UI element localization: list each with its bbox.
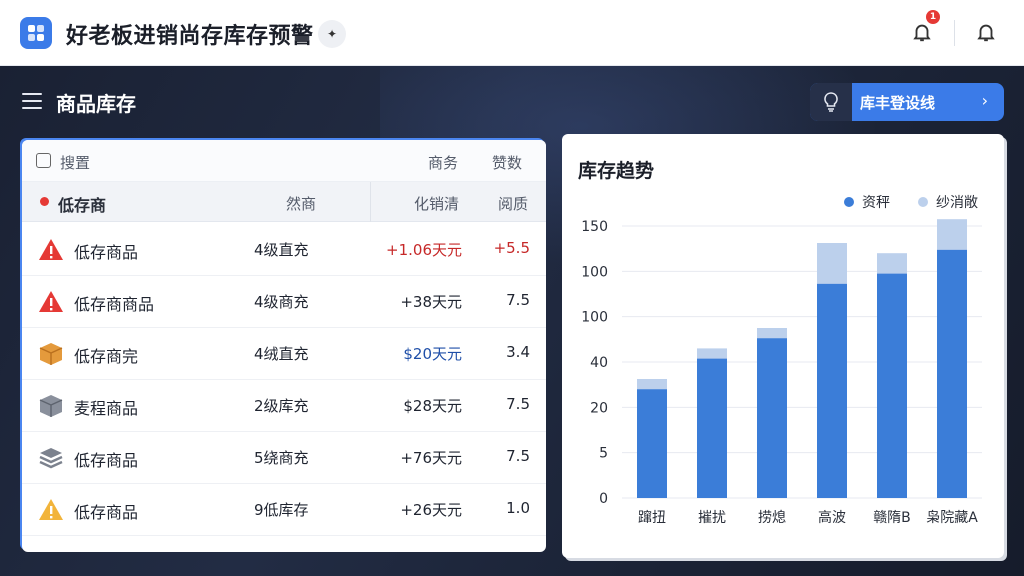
filter-col-2[interactable]: 赞数 — [492, 152, 522, 173]
table-row[interactable]: 低存商品 4级直充 +1.06天元 +5.5 — [22, 224, 546, 276]
row-supplier: 4级商充 — [254, 293, 309, 311]
table-row[interactable]: 低存商品 5绕商充 +76天元 7.5 — [22, 432, 546, 484]
app-header: 好老板进销尚存库存预警 ✦ 1 — [0, 0, 1024, 66]
bar-segment-secondary[interactable] — [757, 328, 787, 339]
bar-segment-secondary[interactable] — [877, 253, 907, 274]
row-product-name: 低存商品 — [74, 243, 139, 262]
x-tick-label: 高波 — [818, 509, 846, 526]
box-orange-icon — [38, 341, 64, 367]
column-divider — [370, 182, 371, 222]
filter-col-1[interactable]: 商务 — [428, 152, 458, 173]
chevron-right-icon: › — [981, 91, 988, 110]
row-amount: +38天元 — [400, 293, 462, 311]
row-supplier: 4级直充 — [254, 241, 309, 259]
row-qty: +5.5 — [493, 239, 530, 257]
cube-gray-icon — [38, 393, 64, 419]
row-supplier: 9低库存 — [254, 501, 309, 519]
bar-chart: 150 100 100 40 20 5 0 蹿扭 摧扰 捞熄 高波 赣隋B 枭院藏A — [581, 219, 982, 526]
sub-label: 低存商 — [58, 196, 107, 215]
filter-label: 搜置 — [60, 154, 91, 172]
table-row[interactable]: 低存商完 4绒直充 $20天元 3.4 — [22, 328, 546, 380]
layers-gray-icon — [38, 445, 64, 471]
bar-segment-secondary[interactable] — [817, 243, 847, 284]
lightbulb-icon — [810, 83, 852, 121]
x-tick-label: 赣隋B — [873, 510, 911, 526]
bar-segment-primary[interactable] — [817, 283, 847, 498]
column-header-qty[interactable]: 阅质 — [498, 193, 528, 214]
notification-badge: 1 — [926, 10, 940, 24]
row-amount: +76天元 — [400, 449, 462, 467]
app-logo-icon — [20, 17, 52, 49]
checkbox-icon[interactable] — [36, 153, 51, 168]
inventory-panel: 搜置 商务 赞数 低存商 然商 化销清 阅质 低存商品 4级直充 +1.06天元 +5… — [22, 140, 546, 552]
row-supplier: 5绕商充 — [254, 449, 309, 467]
column-header-amount[interactable]: 化销清 — [414, 193, 459, 214]
row-product-name: 低存商品 — [74, 503, 139, 522]
table-filter-bar: 搜置 商务 赞数 — [22, 140, 546, 182]
x-tick-label: 蹿扭 — [638, 510, 666, 526]
y-tick-label: 0 — [599, 491, 608, 507]
table-header-row: 低存商 然商 化销清 阅质 — [22, 182, 546, 222]
row-product-name: 低存商完 — [74, 347, 139, 366]
menu-icon[interactable] — [22, 93, 42, 109]
sparkle-button[interactable]: ✦ — [318, 20, 346, 48]
table-row[interactable]: 麦程商品 2级库充 $28天元 7.5 — [22, 380, 546, 432]
app-title: 好老板进销尚存库存预警 — [66, 24, 314, 49]
header-divider — [954, 20, 955, 46]
bar-segment-secondary[interactable] — [937, 219, 967, 250]
row-product-name: 低存商品 — [74, 451, 139, 470]
row-product-name: 低存商商品 — [74, 295, 155, 314]
bar-segment-primary[interactable] — [697, 358, 727, 498]
row-supplier: 2级库充 — [254, 397, 309, 415]
row-amount: +1.06天元 — [386, 241, 462, 259]
warning-yellow-icon — [38, 497, 64, 523]
warning-red-icon — [38, 289, 64, 315]
row-amount: $20天元 — [403, 345, 462, 363]
row-qty: 7.5 — [506, 447, 530, 465]
y-tick-label: 100 — [581, 264, 608, 280]
page-title: 商品库存 — [56, 92, 136, 116]
row-amount: $28天元 — [403, 397, 462, 415]
y-tick-label: 100 — [581, 310, 608, 326]
row-qty: 1.0 — [506, 499, 530, 517]
row-qty: 3.4 — [506, 343, 530, 361]
y-tick-label: 40 — [590, 355, 608, 371]
x-tick-label: 枭院藏A — [926, 509, 978, 526]
row-supplier: 4绒直充 — [254, 345, 309, 363]
x-tick-label: 摧扰 — [698, 510, 726, 526]
row-qty: 7.5 — [506, 395, 530, 413]
row-qty: 7.5 — [506, 291, 530, 309]
y-tick-label: 150 — [581, 219, 608, 235]
table-row[interactable]: 低存商品 9低库存 +26天元 1.0 — [22, 484, 546, 536]
bar-segment-primary[interactable] — [637, 389, 667, 498]
alert-bell-icon[interactable] — [972, 18, 1000, 46]
y-tick-label: 20 — [590, 400, 608, 416]
status-dot-icon — [40, 197, 49, 206]
trend-chart-panel: 库存趋势 资秤 纱消敞 150 100 100 40 20 5 0 蹿扭 摧扰 捞熄 高波 赣隋B 枭院… — [562, 134, 1004, 558]
table-row[interactable]: 低存商商品 4级商充 +38天元 7.5 — [22, 276, 546, 328]
bar-segment-primary[interactable] — [757, 338, 787, 498]
bar-segment-primary[interactable] — [937, 249, 967, 498]
bar-segment-primary[interactable] — [877, 273, 907, 498]
warning-red-icon — [38, 237, 64, 263]
settings-button-label: 库丰登设线 — [860, 93, 936, 112]
y-tick-label: 5 — [599, 446, 608, 462]
bar-segment-secondary[interactable] — [697, 348, 727, 359]
column-header-supplier[interactable]: 然商 — [286, 193, 316, 214]
settings-button[interactable]: 库丰登设线 › — [810, 83, 1004, 121]
bar-segment-secondary[interactable] — [637, 379, 667, 390]
row-amount: +26天元 — [400, 501, 462, 519]
row-product-name: 麦程商品 — [74, 399, 139, 418]
x-tick-label: 捞熄 — [758, 509, 786, 526]
